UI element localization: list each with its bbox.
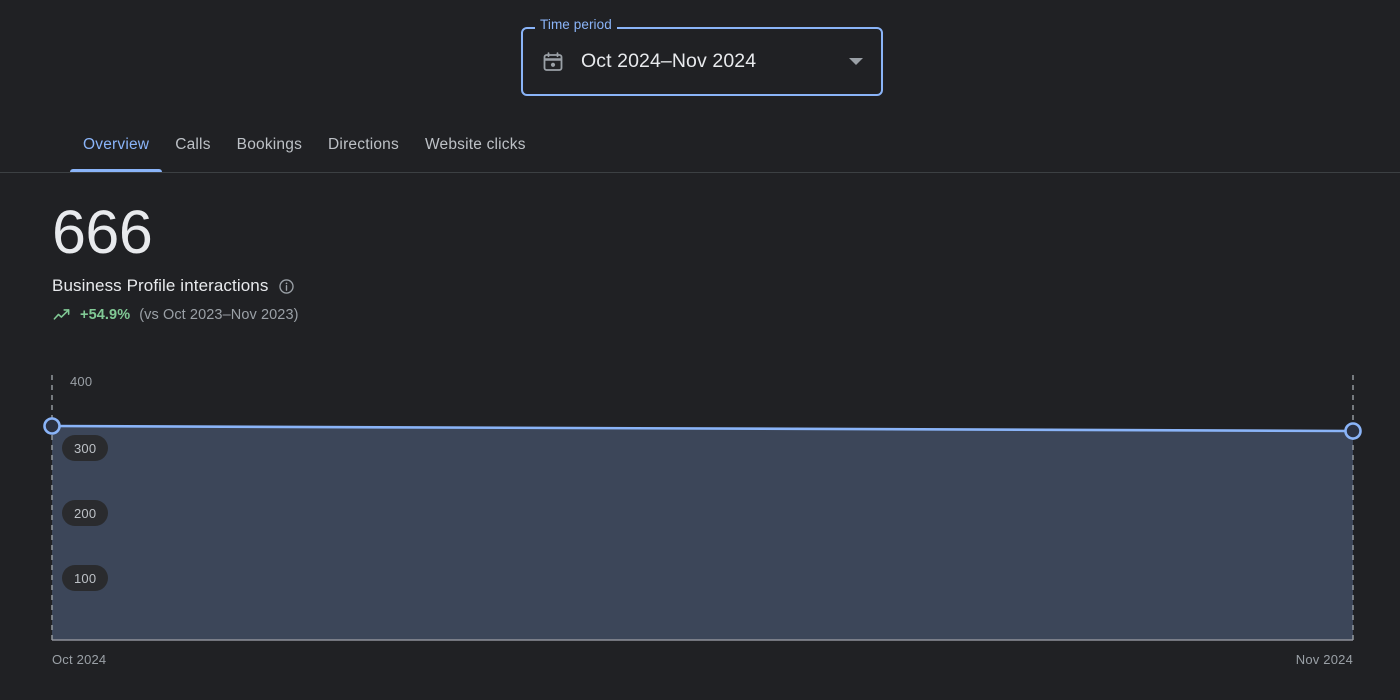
metric-delta-comparison: (vs Oct 2023–Nov 2023) — [139, 307, 298, 323]
y-tick-400: 400 — [70, 374, 92, 389]
metric-delta-row: +54.9% (vs Oct 2023–Nov 2023) — [52, 305, 299, 324]
tab-website-clicks[interactable]: Website clicks — [412, 118, 539, 172]
metric-delta-value: +54.9% — [80, 307, 130, 323]
chevron-down-icon[interactable] — [849, 58, 863, 65]
tab-calls[interactable]: Calls — [162, 118, 223, 172]
time-period-selector[interactable]: Time period Oct 2024–Nov 2024 — [521, 27, 883, 96]
info-icon[interactable] — [278, 278, 295, 295]
tab-directions-label: Directions — [328, 136, 399, 154]
x-tick-start: Oct 2024 — [52, 652, 106, 667]
metric-value: 666 — [52, 196, 299, 268]
trending-up-icon — [52, 305, 71, 324]
data-point-oct-2024[interactable] — [45, 419, 60, 434]
calendar-icon — [541, 50, 565, 74]
tab-bookings[interactable]: Bookings — [224, 118, 315, 172]
area-fill — [52, 426, 1353, 640]
tab-overview-label: Overview — [83, 136, 149, 154]
tab-bookings-label: Bookings — [237, 136, 302, 154]
tab-directions[interactable]: Directions — [315, 118, 412, 172]
time-period-value: Oct 2024–Nov 2024 — [581, 50, 849, 73]
chart-canvas — [0, 360, 1400, 670]
y-tick-100: 100 — [62, 565, 108, 591]
metric-summary: 666 Business Profile interactions +54.9%… — [52, 196, 299, 324]
interactions-area-chart: 400 300 200 100 Oct 2024 Nov 2024 — [0, 360, 1400, 670]
tab-overview[interactable]: Overview — [70, 118, 162, 172]
time-period-content: Oct 2024–Nov 2024 — [521, 27, 883, 96]
data-point-nov-2024[interactable] — [1346, 424, 1361, 439]
metric-label: Business Profile interactions — [52, 276, 268, 296]
x-tick-end: Nov 2024 — [1296, 652, 1353, 667]
y-tick-200: 200 — [62, 500, 108, 526]
tab-calls-label: Calls — [175, 136, 210, 154]
y-tick-300: 300 — [62, 435, 108, 461]
tab-website-clicks-label: Website clicks — [425, 136, 526, 154]
analytics-page: Time period Oct 2024–Nov 2024 Overview C… — [0, 0, 1400, 700]
metric-label-row: Business Profile interactions — [52, 276, 299, 296]
metric-tabs: Overview Calls Bookings Directions Websi… — [0, 118, 1400, 173]
